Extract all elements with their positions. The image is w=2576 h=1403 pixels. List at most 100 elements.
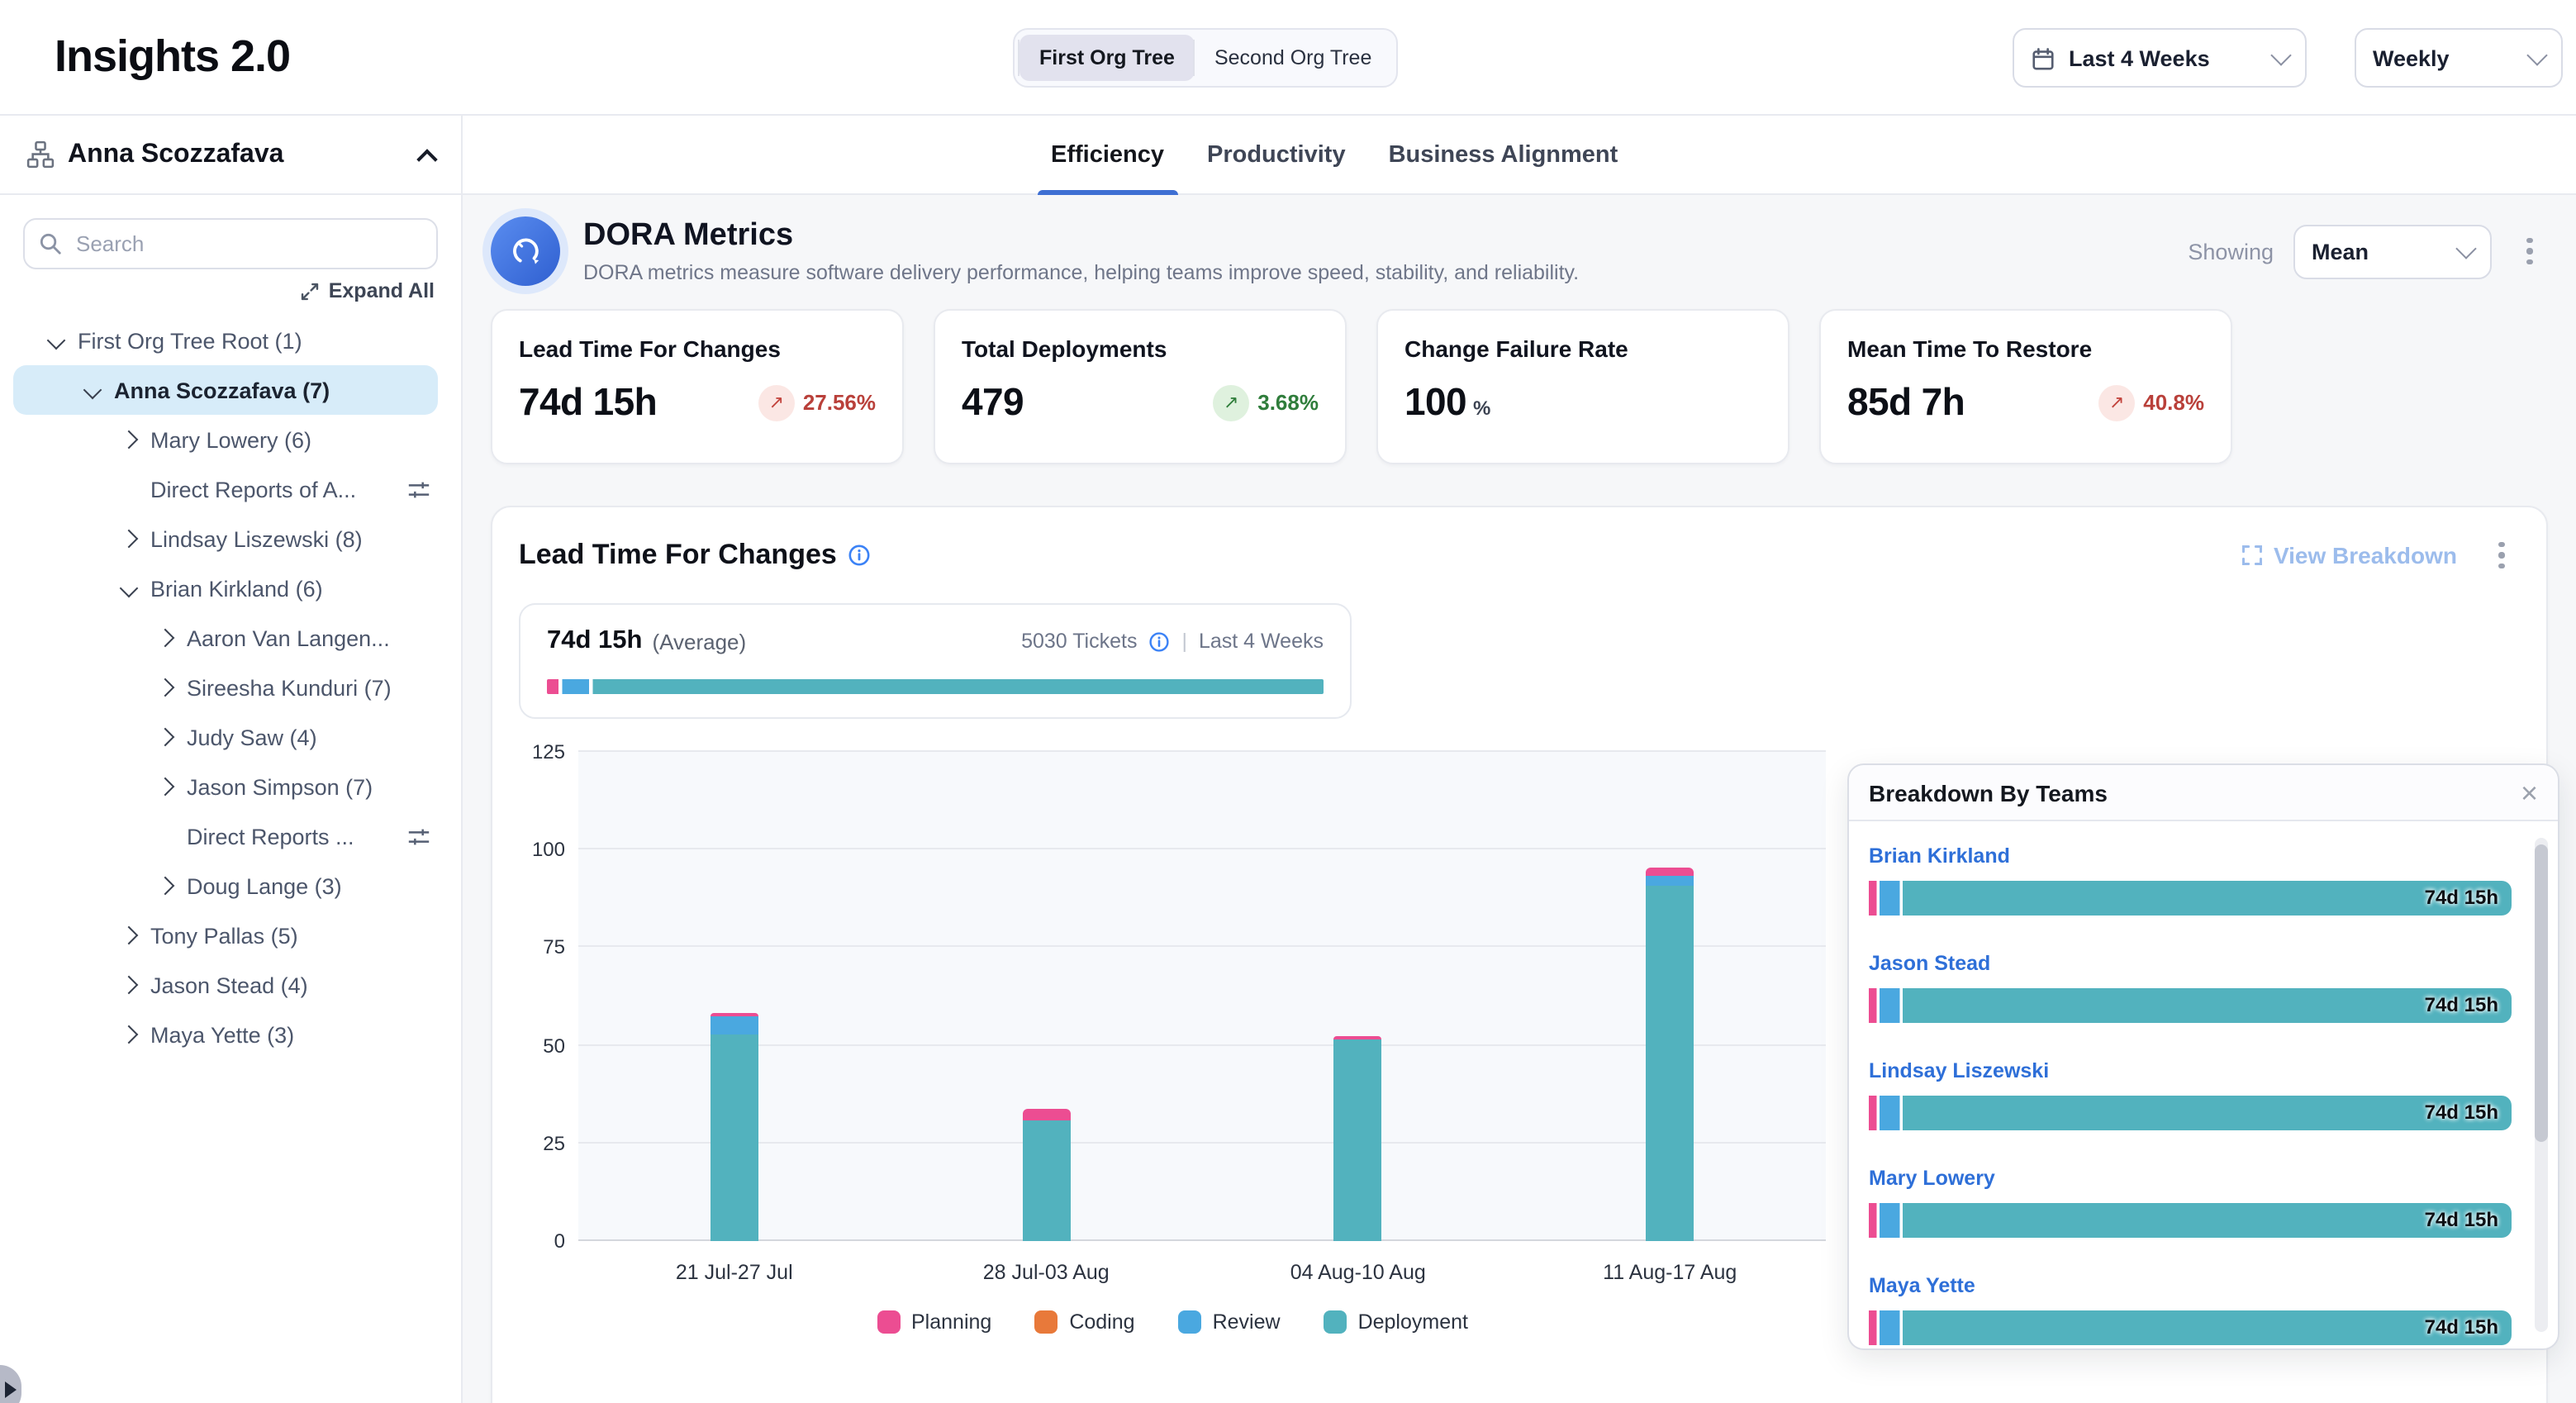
tree-item-label: Direct Reports ... xyxy=(187,824,354,849)
tree-item[interactable]: Lindsay Liszewski (8) xyxy=(13,514,438,564)
plot-area xyxy=(578,752,1826,1241)
tree-item-label: Mary Lowery (6) xyxy=(150,427,311,452)
lead-time-menu-button[interactable] xyxy=(2483,534,2520,577)
tree-item[interactable]: Brian Kirkland (6) xyxy=(13,564,438,613)
metric-card[interactable]: Mean Time To Restore 85d 7h ↗ 40.8% xyxy=(1819,309,2232,464)
bar-slot xyxy=(1202,752,1514,1241)
metric-value: 74d 15h xyxy=(519,380,657,425)
tree-item[interactable]: Sireesha Kunduri (7) xyxy=(13,663,438,712)
tree-item[interactable]: Anna Scozzafava (7) xyxy=(13,365,438,415)
tree-chevron-icon[interactable] xyxy=(116,526,142,552)
org-tree-toggle-option[interactable]: First Org Tree xyxy=(1019,35,1195,81)
team-stacked-bar[interactable]: 74d 15h xyxy=(1869,1310,2512,1345)
tree-chevron-icon[interactable] xyxy=(116,922,142,949)
average-stacked-bar xyxy=(547,679,1324,694)
tree-item[interactable]: Judy Saw (4) xyxy=(13,712,438,762)
tree-item[interactable]: Maya Yette (3) xyxy=(13,1010,438,1059)
bar-segment-planning xyxy=(1646,868,1694,875)
filter-icon[interactable] xyxy=(406,824,438,849)
metric-card[interactable]: Change Failure Rate 100 % xyxy=(1376,309,1789,464)
scrollbar-thumb[interactable] xyxy=(2535,844,2548,1142)
legend-swatch xyxy=(1034,1310,1057,1334)
granularity-select[interactable]: Weekly xyxy=(2355,28,2563,88)
tree-chevron-icon[interactable] xyxy=(152,674,178,701)
tree-item[interactable]: Mary Lowery (6) xyxy=(13,415,438,464)
tree-item[interactable]: Tony Pallas (5) xyxy=(13,911,438,960)
chart-bar[interactable] xyxy=(711,752,758,1241)
tree-item[interactable]: Direct Reports ... xyxy=(13,811,438,861)
tree-item[interactable]: Direct Reports of A... xyxy=(13,464,438,514)
org-tree-toggle-option[interactable]: Second Org Tree xyxy=(1195,35,1391,81)
legend-item[interactable]: Review xyxy=(1178,1310,1281,1334)
tree-chevron-icon[interactable] xyxy=(116,426,142,453)
sidebar-collapse-handle[interactable] xyxy=(0,1365,21,1403)
tree-chevron-icon[interactable] xyxy=(152,823,178,849)
tree-item[interactable]: Doug Lange (3) xyxy=(13,861,438,911)
tree-item[interactable]: Jason Stead (4) xyxy=(13,960,438,1010)
tree-chevron-icon[interactable] xyxy=(152,873,178,899)
tab[interactable]: Business Alignment xyxy=(1389,116,1618,193)
team-link[interactable]: Jason Stead xyxy=(1869,952,1990,975)
view-breakdown-button[interactable]: View Breakdown xyxy=(2241,542,2457,568)
tree-chevron-icon[interactable] xyxy=(79,377,106,403)
tree-chevron-icon[interactable] xyxy=(116,1021,142,1048)
chart-bar[interactable] xyxy=(1334,752,1382,1241)
metric-delta-value: 40.8% xyxy=(2143,390,2204,415)
expand-all-button[interactable]: Expand All xyxy=(26,279,435,302)
legend-swatch xyxy=(877,1310,900,1334)
app-title: Insights 2.0 xyxy=(55,31,290,83)
tree-chevron-icon[interactable] xyxy=(116,476,142,502)
info-icon[interactable] xyxy=(1148,630,1170,652)
tree-item[interactable]: First Org Tree Root (1) xyxy=(13,316,438,365)
tree-chevron-icon[interactable] xyxy=(116,972,142,998)
info-icon[interactable] xyxy=(848,544,872,567)
tree-chevron-icon[interactable] xyxy=(152,724,178,750)
aggregation-select[interactable]: Mean xyxy=(2293,224,2492,278)
tree-chevron-icon[interactable] xyxy=(43,327,69,354)
metric-delta: ↗ 3.68% xyxy=(1213,384,1319,421)
metric-delta-value: 27.56% xyxy=(803,390,876,415)
tab[interactable]: Productivity xyxy=(1207,116,1346,193)
breakdown-row: Jason Stead 74d 15h xyxy=(1869,949,2512,1023)
tree-chevron-icon[interactable] xyxy=(152,625,178,651)
team-link[interactable]: Lindsay Liszewski xyxy=(1869,1059,2049,1082)
chart-bar[interactable] xyxy=(1022,752,1070,1241)
bar-segment-deployment xyxy=(1334,1039,1382,1241)
tree-item-label: Anna Scozzafava (7) xyxy=(114,378,330,402)
aggregation-value: Mean xyxy=(2312,239,2369,264)
legend-item[interactable]: Coding xyxy=(1034,1310,1134,1334)
breakdown-scrollbar[interactable] xyxy=(2535,838,2548,1332)
metric-card[interactable]: Total Deployments 479 ↗ 3.68% xyxy=(934,309,1347,464)
tree-item-label: Doug Lange (3) xyxy=(187,873,342,898)
team-stacked-bar[interactable]: 74d 15h xyxy=(1869,1096,2512,1130)
collapse-section-icon[interactable] xyxy=(416,148,437,169)
tree-item[interactable]: Aaron Van Langen... xyxy=(13,613,438,663)
team-stacked-bar[interactable]: 74d 15h xyxy=(1869,881,2512,916)
team-link[interactable]: Mary Lowery xyxy=(1869,1167,1995,1190)
legend-item[interactable]: Deployment xyxy=(1324,1310,1468,1334)
filter-icon[interactable] xyxy=(406,477,438,502)
tab[interactable]: Efficiency xyxy=(1051,116,1164,193)
tree-chevron-icon[interactable] xyxy=(116,575,142,602)
search-input[interactable] xyxy=(23,218,438,269)
chart-bar[interactable] xyxy=(1646,752,1694,1241)
calendar-icon xyxy=(2031,45,2056,70)
close-icon[interactable]: × xyxy=(2521,778,2538,807)
tree-item-label: Jason Stead (4) xyxy=(150,973,308,997)
team-stacked-bar[interactable]: 74d 15h xyxy=(1869,1203,2512,1238)
org-chart-icon xyxy=(26,140,55,169)
metric-card[interactable]: Lead Time For Changes 74d 15h ↗ 27.56% xyxy=(491,309,904,464)
metric-unit: % xyxy=(1473,396,1490,419)
tree-chevron-icon[interactable] xyxy=(152,773,178,800)
team-stacked-bar[interactable]: 74d 15h xyxy=(1869,988,2512,1023)
x-axis-tick: 11 Aug-17 Aug xyxy=(1514,1261,1827,1284)
tree-item[interactable]: Jason Simpson (7) xyxy=(13,762,438,811)
team-link[interactable]: Maya Yette xyxy=(1869,1274,1975,1297)
dora-menu-button[interactable] xyxy=(2512,230,2548,273)
team-link[interactable]: Brian Kirkland xyxy=(1869,844,2010,868)
bar-slot xyxy=(891,752,1203,1241)
chevron-down-icon xyxy=(2455,237,2476,258)
legend-item[interactable]: Planning xyxy=(877,1310,991,1334)
date-range-select[interactable]: Last 4 Weeks xyxy=(2013,28,2307,88)
chevron-down-icon xyxy=(2270,44,2291,64)
